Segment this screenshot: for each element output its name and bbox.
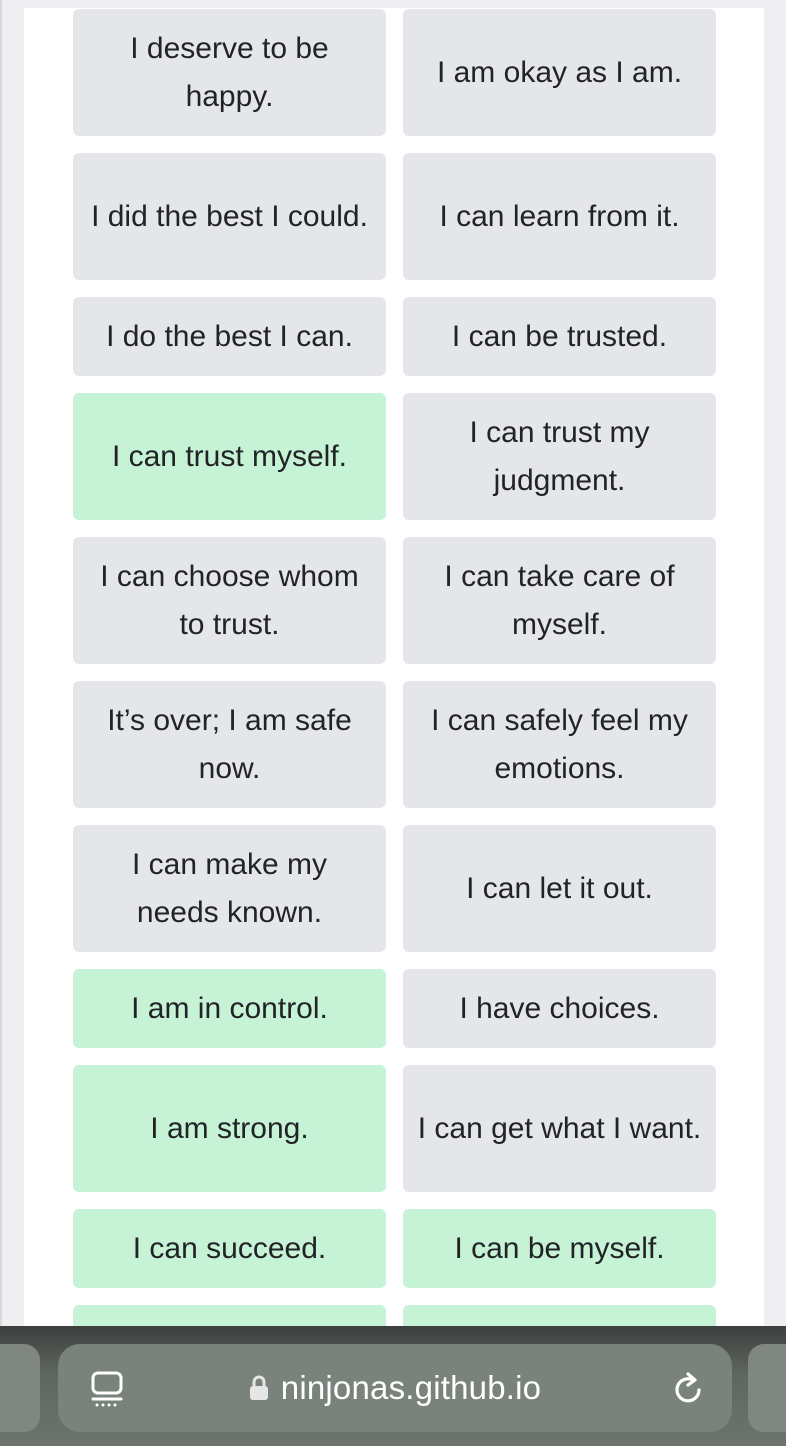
lock-icon	[249, 1375, 268, 1400]
affirmation-tile[interactable]: I have choices.	[403, 969, 716, 1048]
affirmation-tile[interactable]: I can be trusted.	[403, 297, 716, 376]
affirmation-tile[interactable]: I can safely feel my emotions.	[403, 681, 716, 808]
affirmation-tile[interactable]: I am okay as I am.	[403, 9, 716, 136]
affirmation-tile[interactable]: I can succeed.	[73, 1209, 386, 1288]
affirmation-tile[interactable]: I can get what I want.	[403, 1065, 716, 1192]
affirmation-tile[interactable]: I can take care of myself.	[403, 537, 716, 664]
browser-toolbar: ninjonas.github.io	[0, 1326, 786, 1446]
affirmation-tile[interactable]: I can choose whom to trust.	[73, 537, 386, 664]
reload-icon[interactable]	[670, 1370, 706, 1408]
affirmation-tile[interactable]: It’s over; I am safe now.	[73, 681, 386, 808]
affirmation-tile[interactable]: I can trust myself.	[73, 393, 386, 520]
affirmation-tile[interactable]: I can be myself.	[403, 1209, 716, 1288]
affirmation-tile[interactable]: I can learn from it.	[403, 153, 716, 280]
affirmation-tile[interactable]: I am strong.	[73, 1065, 386, 1192]
affirmation-tile[interactable]: I am in control.	[73, 969, 386, 1048]
page: I deserve to be happy. I am okay as I am.…	[0, 0, 786, 1446]
address-bar[interactable]: ninjonas.github.io	[58, 1344, 732, 1432]
affirmation-tile[interactable]: I can trust my judgment.	[403, 393, 716, 520]
affirmation-tile[interactable]: I do the best I can.	[73, 297, 386, 376]
affirmation-tile[interactable]: I did the best I could.	[73, 153, 386, 280]
affirmation-tile[interactable]: I deserve to be happy.	[73, 9, 386, 136]
affirmation-tile[interactable]: I can make my needs known.	[73, 825, 386, 952]
tabs-overview-icon[interactable]	[90, 1370, 124, 1408]
url-text[interactable]: ninjonas.github.io	[281, 1369, 541, 1407]
viewport-edge	[0, 0, 2, 1446]
previous-tab-preview[interactable]	[0, 1344, 40, 1432]
affirmation-tile[interactable]: I can let it out.	[403, 825, 716, 952]
next-tab-preview[interactable]	[748, 1344, 786, 1432]
